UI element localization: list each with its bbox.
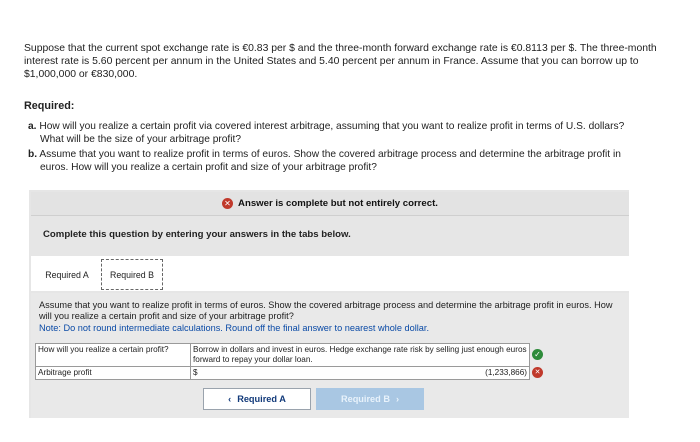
requirement-b-line2: euros. How will you realize a certain pr… bbox=[40, 162, 377, 173]
answer-status-banner: ✕ Answer is complete but not entirely co… bbox=[31, 192, 629, 216]
x-circle-icon: ✕ bbox=[222, 198, 234, 209]
instruction-heading: Complete this question by entering your … bbox=[43, 229, 351, 240]
requirement-a-prefix: a. bbox=[28, 121, 37, 132]
chevron-right-icon: › bbox=[395, 394, 400, 404]
required-heading: Required: bbox=[24, 100, 75, 112]
tab-required-a[interactable]: Required A bbox=[36, 261, 98, 289]
part-b-instructions: Assume that you want to realize profit i… bbox=[39, 300, 619, 334]
answer-table: How will you realize a certain profit? B… bbox=[35, 343, 543, 380]
requirement-a-line1: How will you realize a certain profit vi… bbox=[39, 121, 625, 132]
problem-statement: Suppose that the current spot exchange r… bbox=[24, 43, 657, 80]
tab-required-b[interactable]: Required B bbox=[101, 259, 163, 290]
requirement-b-prefix: b. bbox=[28, 149, 38, 160]
currency-symbol: $ bbox=[193, 368, 198, 377]
requirement-b: b. Assume that you want to realize profi… bbox=[28, 148, 688, 174]
check-icon: ✓ bbox=[532, 349, 543, 360]
row1-answer-cell[interactable]: Borrow in dollars and invest in euros. H… bbox=[190, 343, 543, 367]
next-required-b-button[interactable]: Required B › bbox=[316, 388, 424, 410]
part-b-prompt: Assume that you want to realize profit i… bbox=[39, 300, 613, 322]
row1-answer-value: Borrow in dollars and invest in euros. H… bbox=[193, 345, 527, 364]
requirement-b-line1: Assume that you want to realize profit i… bbox=[39, 149, 621, 160]
requirement-a: a. How will you realize a certain profit… bbox=[28, 120, 688, 146]
chevron-left-icon: ‹ bbox=[228, 394, 232, 404]
row2-label: Arbitrage profit bbox=[35, 366, 191, 380]
x-circle-icon: ✕ bbox=[532, 367, 543, 378]
table-row: Arbitrage profit $ (1,233,866) ✕ bbox=[35, 366, 543, 380]
table-row: How will you realize a certain profit? B… bbox=[35, 343, 543, 367]
prev-required-a-button[interactable]: ‹ Required A bbox=[203, 388, 311, 410]
next-button-label: Required B bbox=[340, 394, 390, 404]
part-b-note: Note: Do not round intermediate calculat… bbox=[39, 322, 430, 333]
row1-label: How will you realize a certain profit? bbox=[35, 343, 191, 367]
requirement-a-line2: What will be the size of your arbitrage … bbox=[40, 134, 242, 145]
prev-button-label: Required A bbox=[237, 394, 286, 404]
arbitrage-profit-input[interactable]: (1,233,866) bbox=[485, 368, 527, 378]
row2-answer-cell[interactable]: $ (1,233,866) ✕ bbox=[190, 366, 543, 380]
answer-status-text: Answer is complete but not entirely corr… bbox=[238, 198, 438, 209]
